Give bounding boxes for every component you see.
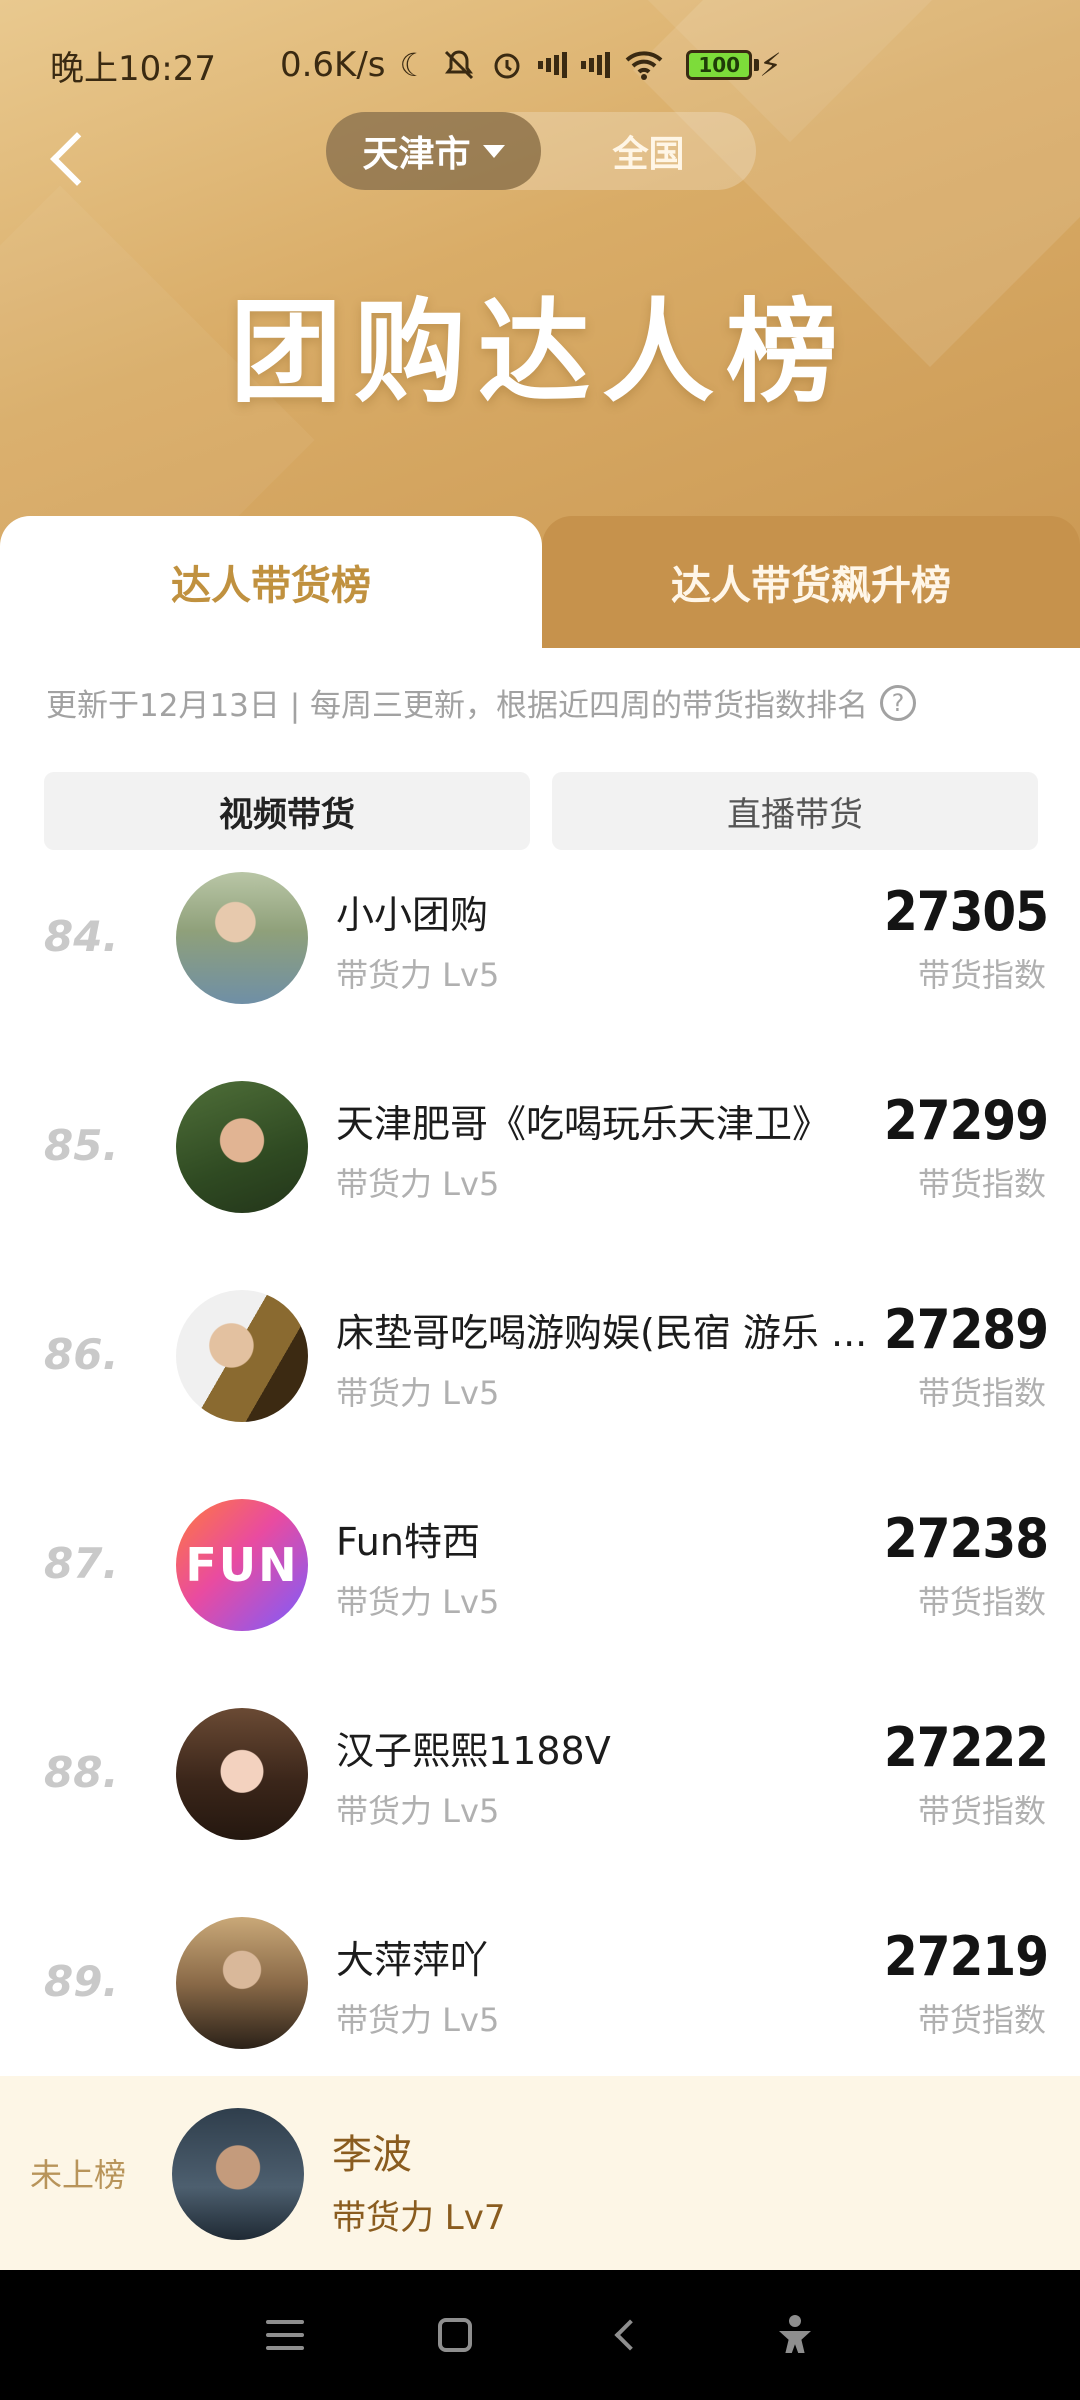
- sales-index-value: 27299: [883, 1089, 1049, 1152]
- hd-signal-icon: [581, 51, 611, 79]
- battery-icon: 100: [686, 50, 760, 80]
- tab-sales[interactable]: 达人带货榜: [0, 516, 542, 648]
- my-ranking-row[interactable]: 未上榜 李波 带货力 Lv7: [0, 2076, 1080, 2270]
- battery-level: 100: [686, 50, 753, 80]
- hd-signal-icon: [538, 51, 568, 79]
- accessibility-button[interactable]: [765, 2305, 825, 2365]
- page: 晚上10:27 0.6K/s ☾ 100 ⚡ 天津市 全国 团购达人榜 达人带货…: [0, 0, 1080, 2400]
- subtab-live[interactable]: 直播带货: [552, 772, 1038, 850]
- region-city-dropdown[interactable]: 天津市: [326, 112, 541, 190]
- list-item[interactable]: 86. 床垫哥吃喝游购娱(民宿 游乐 ... 带货力 Lv5 27289 带货指…: [0, 1278, 1080, 1487]
- subtab-live-label: 直播带货: [727, 794, 863, 835]
- list-item[interactable]: 85. 天津肥哥《吃喝玩乐天津卫》 带货力 Lv5 27299 带货指数: [0, 1069, 1080, 1278]
- region-city-label: 天津市: [362, 134, 471, 175]
- creator-level: 带货力 Lv5: [336, 1583, 500, 1621]
- sales-index-value: 27305: [883, 880, 1049, 943]
- status-network-speed: 0.6K/s: [279, 45, 386, 85]
- creator-name: 大萍萍吖: [336, 1938, 489, 1982]
- creator-name: Fun特西: [336, 1520, 480, 1564]
- creator-level: 带货力 Lv5: [336, 1165, 500, 1203]
- alarm-icon: [490, 48, 524, 82]
- help-icon[interactable]: ?: [880, 684, 917, 721]
- charging-icon: ⚡: [759, 46, 782, 84]
- region-switch: 天津市 全国: [326, 112, 756, 190]
- avatar[interactable]: [176, 1290, 308, 1422]
- creator-name: 天津肥哥《吃喝玩乐天津卫》: [336, 1102, 831, 1146]
- mute-icon: [442, 48, 476, 82]
- tab-sales-label: 达人带货榜: [171, 563, 371, 609]
- menu-icon: [266, 2320, 304, 2350]
- region-national-label: 全国: [612, 134, 685, 175]
- update-text: 更新于12月13日 | 每周三更新，根据近四周的带货指数排名: [46, 688, 869, 724]
- sub-tabs: 视频带货 直播带货: [44, 772, 1038, 850]
- tab-rising[interactable]: 达人带货飙升榜: [542, 516, 1080, 648]
- back-button[interactable]: [48, 130, 88, 190]
- accessibility-icon: [775, 2315, 815, 2355]
- page-title: 团购达人榜: [230, 288, 850, 418]
- ranking-tabs: 达人带货飙升榜 达人带货榜: [0, 516, 1080, 648]
- nav-back-button[interactable]: [595, 2305, 655, 2365]
- avatar[interactable]: [176, 1081, 308, 1213]
- region-national-option[interactable]: 全国: [541, 112, 756, 190]
- rank-number: 88.: [44, 1748, 119, 1797]
- sales-index-label: 带货指数: [917, 1165, 1046, 1203]
- creator-name: 小小团购: [336, 893, 489, 937]
- sales-index-label: 带货指数: [917, 2001, 1046, 2039]
- avatar[interactable]: [176, 1708, 308, 1840]
- creator-name: 汉子熙熙1188V: [336, 1729, 611, 1773]
- moon-icon: ☾: [399, 46, 429, 84]
- sales-index-value: 27238: [883, 1507, 1049, 1570]
- avatar-logo-text: FUN: [185, 1538, 299, 1592]
- status-time: 晚上10:27: [50, 48, 216, 89]
- wifi-icon: [624, 49, 664, 81]
- sales-index-value: 27219: [883, 1925, 1049, 1988]
- update-info: 更新于12月13日 | 每周三更新，根据近四周的带货指数排名 ?: [46, 680, 1040, 725]
- list-item[interactable]: 88. 汉子熙熙1188V 带货力 Lv5 27222 带货指数: [0, 1696, 1080, 1905]
- creator-level: 带货力 Lv5: [336, 1374, 500, 1412]
- rank-number: 87.: [44, 1539, 119, 1588]
- rank-number: 89.: [44, 1957, 119, 2006]
- home-button[interactable]: [425, 2305, 485, 2365]
- avatar[interactable]: [176, 872, 308, 1004]
- creator-level: 带货力 Lv5: [336, 2001, 500, 2039]
- avatar[interactable]: FUN: [176, 1499, 308, 1631]
- my-level: 带货力 Lv7: [332, 2198, 506, 2238]
- header: 晚上10:27 0.6K/s ☾ 100 ⚡ 天津市 全国 团购达人榜: [0, 0, 1080, 560]
- creator-level: 带货力 Lv5: [336, 956, 500, 994]
- rank-number: 86.: [44, 1330, 119, 1379]
- subtab-video[interactable]: 视频带货: [44, 772, 530, 850]
- avatar[interactable]: [172, 2108, 304, 2240]
- ranking-list: 84. 小小团购 带货力 Lv5 27305 带货指数 85. 天津肥哥《吃喝玩…: [0, 860, 1080, 2114]
- list-item[interactable]: 87. FUN Fun特西 带货力 Lv5 27238 带货指数: [0, 1487, 1080, 1696]
- system-nav-bar: [0, 2270, 1080, 2400]
- sales-index-value: 27289: [883, 1298, 1049, 1361]
- tab-rising-label: 达人带货飙升榜: [671, 563, 951, 609]
- sales-index-label: 带货指数: [917, 1583, 1046, 1621]
- my-name: 李波: [332, 2132, 412, 2178]
- subtab-video-label: 视频带货: [219, 794, 355, 835]
- creator-level: 带货力 Lv5: [336, 1792, 500, 1830]
- caret-down-icon: [482, 144, 505, 158]
- rank-number: 85.: [44, 1121, 119, 1170]
- creator-name: 床垫哥吃喝游购娱(民宿 游乐 ...: [336, 1311, 868, 1355]
- avatar[interactable]: [176, 1917, 308, 2049]
- status-bar: 晚上10:27 0.6K/s ☾ 100 ⚡: [50, 40, 1040, 90]
- list-item[interactable]: 84. 小小团购 带货力 Lv5 27305 带货指数: [0, 860, 1080, 1069]
- rank-number: 84.: [44, 912, 119, 961]
- home-icon: [438, 2318, 472, 2352]
- sales-index-label: 带货指数: [917, 1374, 1046, 1412]
- menu-button[interactable]: [255, 2305, 315, 2365]
- sales-index-value: 27222: [883, 1716, 1049, 1779]
- sales-index-label: 带货指数: [917, 956, 1046, 994]
- sales-index-label: 带货指数: [917, 1792, 1046, 1830]
- unranked-label: 未上榜: [30, 2156, 127, 2194]
- back-icon: [614, 2319, 646, 2351]
